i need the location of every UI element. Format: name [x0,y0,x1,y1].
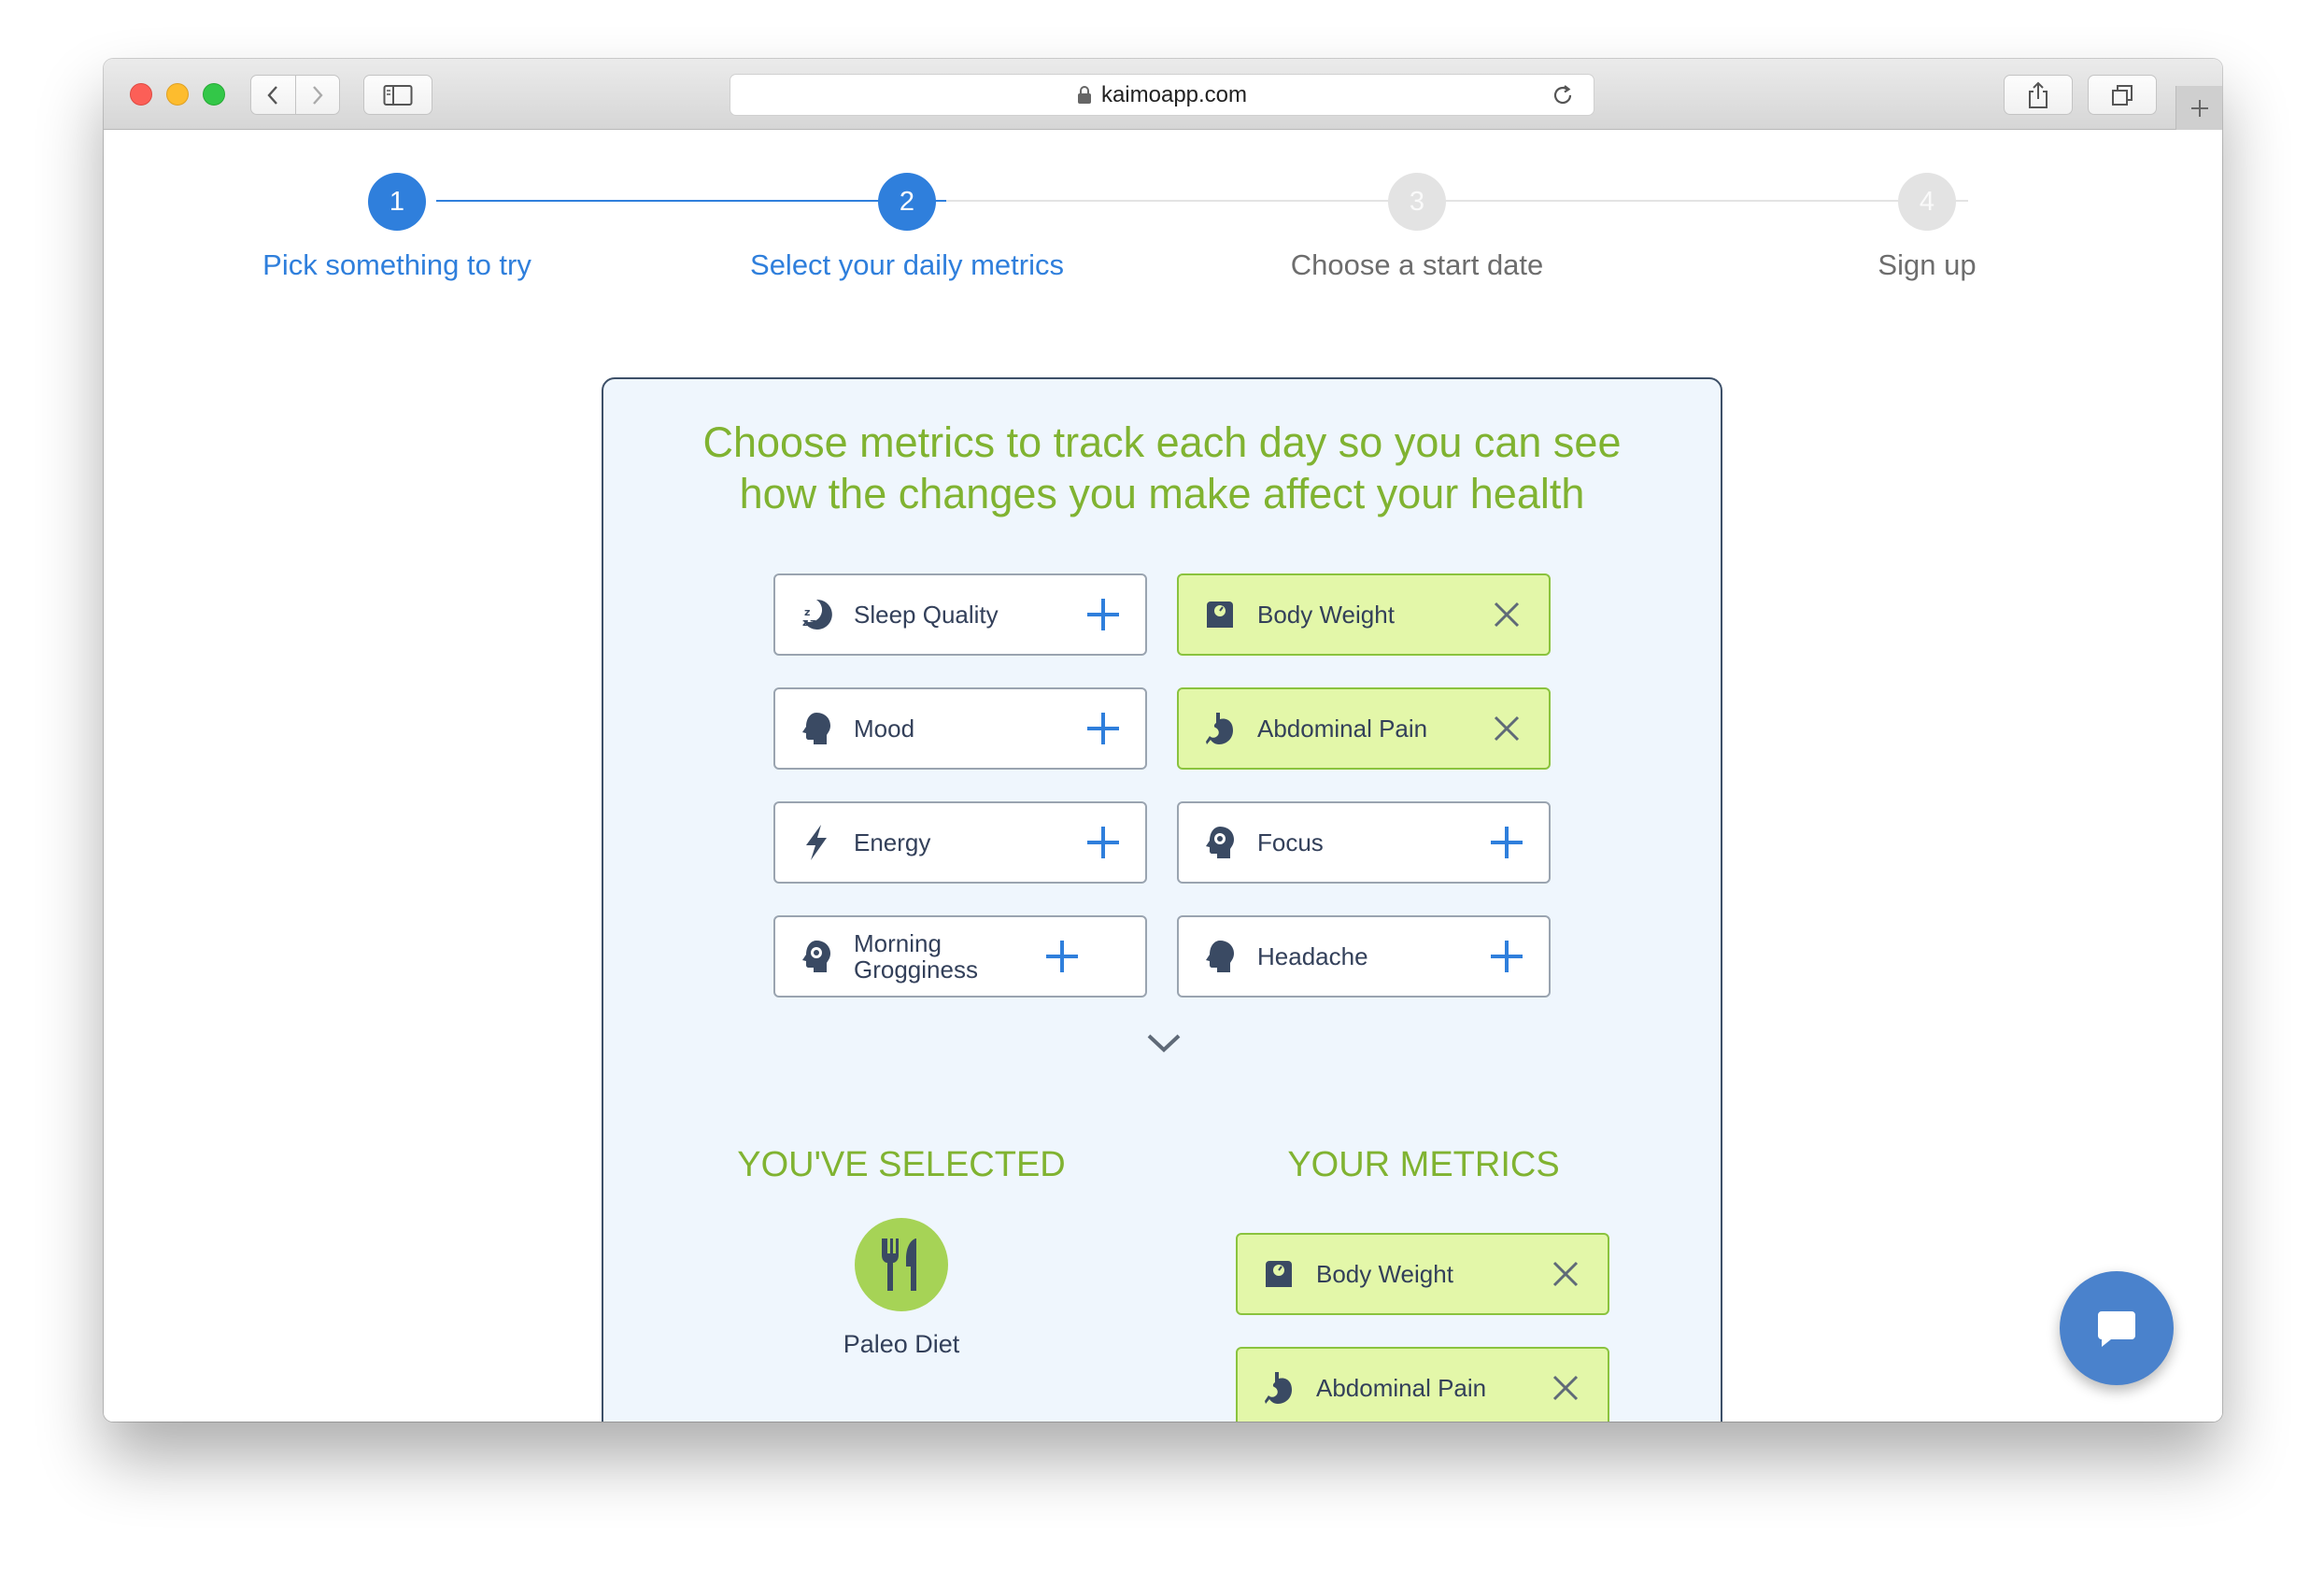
metric-mood[interactable]: Mood [773,687,1147,770]
fork-knife-icon [855,1218,948,1311]
lightning-icon [796,822,837,863]
add-metric-button[interactable] [1041,935,1084,978]
step-1-label[interactable]: Pick something to try [201,248,593,282]
back-button[interactable] [251,76,295,114]
card-title: Choose metrics to track each day so you … [603,417,1721,519]
chat-button[interactable] [2060,1271,2174,1385]
metric-abdominal-pain[interactable]: Abdominal Pain [1177,687,1551,770]
tab-overview-button[interactable] [2088,75,2157,115]
youve-selected-heading: YOU'VE SELECTED [737,1145,1066,1184]
remove-metric-button[interactable] [1544,1253,1587,1295]
metrics-card: Choose metrics to track each day so you … [602,377,1722,1422]
close-icon [1552,1375,1579,1401]
metric-label: Abdominal Pain [1316,1374,1487,1402]
minimize-window-button[interactable] [166,83,189,106]
metric-headache[interactable]: Headache [1177,915,1551,998]
head-gear-icon [796,936,837,977]
metric-label: Morning Grogginess [854,929,978,984]
scale-icon [1258,1253,1299,1295]
new-tab-button[interactable] [2175,86,2222,130]
remove-metric-button[interactable] [1544,1366,1587,1409]
address-bar[interactable]: kaimoapp.com [730,74,1594,116]
reload-icon[interactable] [1551,83,1575,107]
your-metric-abdominal-pain[interactable]: Abdominal Pain [1236,1347,1609,1422]
stomach-icon [1258,1367,1299,1408]
remove-metric-button[interactable] [1485,593,1528,636]
chat-icon [2098,1311,2135,1347]
plus-icon [1046,941,1078,972]
share-button[interactable] [2004,75,2073,115]
step-connector-3 [1458,200,1968,202]
add-metric-button[interactable] [1082,821,1125,864]
step-3-circle: 3 [1388,173,1446,231]
forward-button[interactable] [294,76,340,114]
head-icon [1199,936,1240,977]
tabs-icon [2112,84,2133,106]
metric-label: Sleep Quality [854,601,999,629]
sleep-icon: z z z [796,594,837,635]
share-icon [2029,81,2048,108]
svg-text:z: z [810,616,815,629]
plus-icon [1087,827,1119,858]
step-connector-2 [946,200,1458,202]
step-4-circle: 4 [1898,173,1956,231]
browser-toolbar: kaimoapp.com [104,59,2222,130]
step-4-label: Sign up [1878,248,1977,281]
step-connector-1 [436,200,946,202]
sidebar-toggle-button[interactable] [363,75,432,115]
navigation-buttons [250,75,340,115]
show-more-button[interactable] [1145,1031,1183,1060]
step-3-label: Choose a start date [1290,248,1544,281]
close-icon [1494,602,1520,628]
browser-window: kaimoapp.com 1 2 3 4 Pick something to t… [104,59,2222,1422]
metric-label: Abdominal Pain [1257,715,1428,743]
zoom-window-button[interactable] [203,83,225,106]
new-tab-icon [2190,99,2208,117]
lock-icon [1077,85,1091,104]
head-icon [796,708,837,749]
remove-metric-button[interactable] [1485,707,1528,750]
card-title-line-1: Choose metrics to track each day so you … [702,418,1622,466]
page-content: 1 2 3 4 Pick something to try Select you… [104,131,2222,1422]
plus-icon [1087,599,1119,630]
head-gear-icon [1199,822,1240,863]
metric-label: Body Weight [1257,601,1395,629]
add-metric-button[interactable] [1082,707,1125,750]
your-metric-body-weight[interactable]: Body Weight [1236,1233,1609,1315]
url-text: kaimoapp.com [1100,81,1248,107]
svg-text:z: z [802,616,808,629]
add-metric-button[interactable] [1082,593,1125,636]
plus-icon [1087,713,1119,744]
card-title-line-2: how the changes you make affect your hea… [739,470,1585,517]
add-metric-button[interactable] [1485,935,1528,978]
stomach-icon [1199,708,1240,749]
metric-body-weight[interactable]: Body Weight [1177,573,1551,656]
selected-diet-label: Paleo Diet [843,1330,960,1358]
forward-icon [312,85,323,105]
plus-icon [1491,827,1523,858]
chevron-down-icon [1147,1034,1181,1053]
scale-icon [1199,594,1240,635]
sidebar-icon [383,84,413,106]
close-icon [1494,715,1520,742]
close-icon [1552,1261,1579,1287]
metric-label: Headache [1257,942,1368,970]
step-1-circle[interactable]: 1 [368,173,426,231]
metric-label: Energy [854,828,931,856]
metric-label: Mood [854,715,915,743]
plus-icon [1491,941,1523,972]
metric-energy[interactable]: Energy [773,801,1147,884]
add-metric-button[interactable] [1485,821,1528,864]
step-2-label[interactable]: Select your daily metrics [711,248,1103,282]
back-icon [267,85,278,105]
step-2-circle[interactable]: 2 [878,173,936,231]
metric-morning-grogginess[interactable]: Morning Grogginess [773,915,1147,998]
metric-sleep-quality[interactable]: z z z Sleep Quality [773,573,1147,656]
metric-label: Focus [1257,828,1324,856]
metric-label: Body Weight [1316,1260,1453,1288]
metric-focus[interactable]: Focus [1177,801,1551,884]
close-window-button[interactable] [130,83,152,106]
your-metrics-heading: YOUR METRICS [1287,1145,1560,1184]
